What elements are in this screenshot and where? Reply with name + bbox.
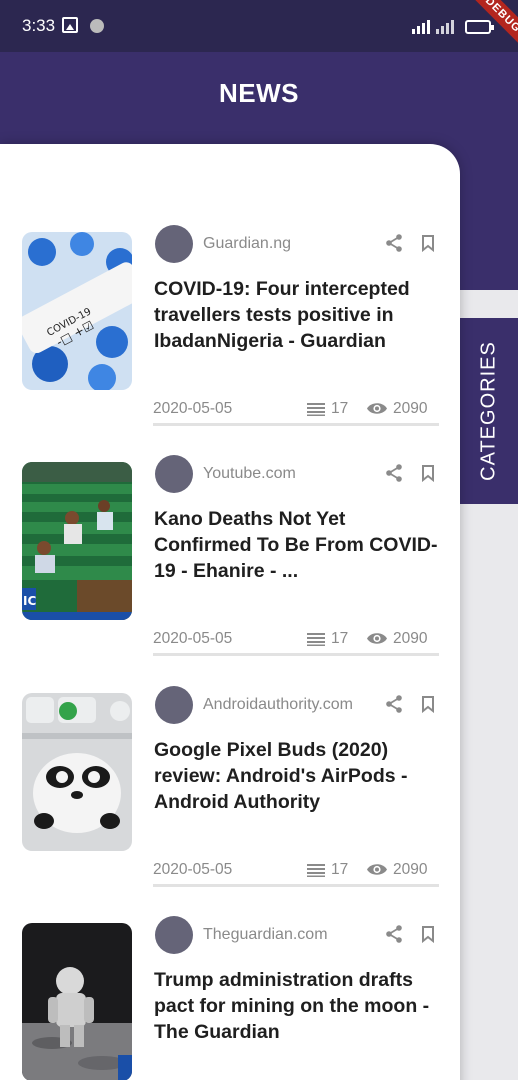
article-title[interactable]: Kano Deaths Not Yet Confirmed To Be From… [154,506,440,584]
article-thumbnail[interactable]: IC [22,462,132,620]
share-icon[interactable] [384,924,404,944]
article-count: 17 [331,861,349,878]
news-item[interactable]: Androidauthority.com Google Pixel Buds (… [22,686,440,893]
article-views: 2090 [393,861,428,878]
article-title[interactable]: Google Pixel Buds (2020) review: Android… [154,737,440,815]
source-name: Androidauthority.com [203,696,353,713]
bookmark-icon[interactable] [420,464,436,482]
source-name: Theguardian.com [203,926,328,943]
signal-strength-icon [412,20,430,34]
parliament-chamber-image: IC [22,462,132,620]
share-icon[interactable] [384,233,404,253]
page-title: NEWS [219,78,299,108]
article-thumbnail[interactable]: COVID-19 -□ +☑ [22,232,132,390]
article-title[interactable]: Trump administration drafts pact for min… [154,967,440,1045]
notification-dot-icon [90,19,104,33]
eye-icon [367,864,387,875]
eye-icon [367,403,387,414]
article-views: 2090 [393,630,428,647]
article-count: 17 [331,630,349,647]
source-avatar [155,455,193,493]
bookmark-icon[interactable] [420,234,436,252]
news-feed-card: COVID-19 -□ +☑ Guardian.ng COVID-19: Fou… [0,144,460,1080]
lines-count-icon [307,864,325,877]
bookmark-icon[interactable] [420,695,436,713]
news-item[interactable]: COVID-19 -□ +☑ Guardian.ng COVID-19: Fou… [22,225,440,432]
svg-text:IC: IC [23,594,36,608]
bookmark-icon[interactable] [420,925,436,943]
news-item[interactable]: Theguardian.com Trump administration dra… [22,916,440,1080]
divider [153,423,439,426]
source-name: Youtube.com [203,465,296,482]
signal-strength-secondary-icon [436,20,454,34]
article-date: 2020-05-05 [153,861,233,878]
share-icon[interactable] [384,463,404,483]
article-title[interactable]: COVID-19: Four intercepted travellers te… [154,276,440,354]
source-name: Guardian.ng [203,235,292,252]
gallery-notification-icon [62,17,78,33]
divider [153,653,439,656]
covid-test-tube-image: COVID-19 -□ +☑ [22,232,132,390]
source-avatar [155,916,193,954]
share-icon[interactable] [384,694,404,714]
categories-tab[interactable]: CATEGORIES [460,318,518,504]
lines-count-icon [307,633,325,646]
status-bar: 3:33 DEBUG [0,0,518,61]
article-thumbnail[interactable] [22,923,132,1080]
earbuds-panda-image [22,693,132,851]
status-time: 3:33 [22,16,56,35]
astronaut-moon-image [22,923,132,1080]
categories-tab-label: CATEGORIES [477,341,500,481]
article-date: 2020-05-05 [153,630,233,647]
article-date: 2020-05-05 [153,400,233,417]
lines-count-icon [307,403,325,416]
article-views: 2090 [393,400,428,417]
news-item[interactable]: IC Youtube.com Kano Deaths Not Yet Confi… [22,455,440,662]
article-count: 17 [331,400,349,417]
eye-icon [367,633,387,644]
divider [153,884,439,887]
article-thumbnail[interactable] [22,693,132,851]
source-avatar [155,225,193,263]
source-avatar [155,686,193,724]
battery-charging-icon [465,20,494,34]
